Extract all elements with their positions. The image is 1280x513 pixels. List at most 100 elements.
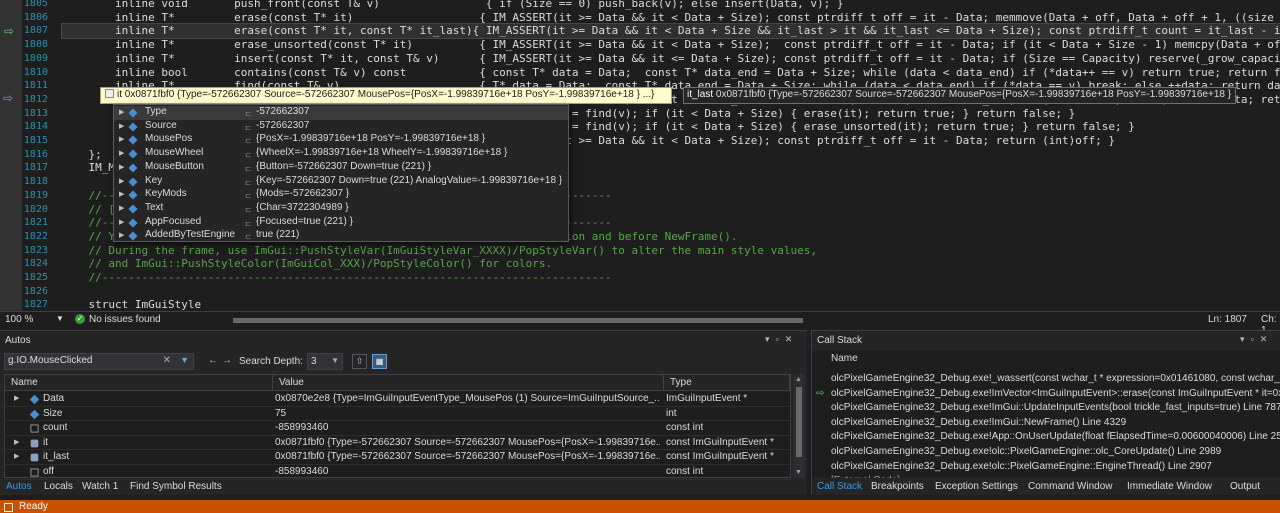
tab-immediate-window[interactable]: Immediate Window	[1127, 481, 1212, 492]
variable-value[interactable]: 0x0870e2e8 {Type=ImGuiInputEventType_Mou…	[275, 393, 660, 404]
pin-icon[interactable]: ⊏	[245, 191, 254, 200]
search-input[interactable]: g.IO.MouseClicked ✕ ▼	[4, 353, 194, 370]
pin-icon[interactable]: ⊏	[245, 205, 254, 214]
code-line[interactable]: inline T* erase_unsorted(const T* it) { …	[62, 38, 1280, 52]
datatip-header-it[interactable]: it 0x0871fbf0 {Type=-572662307 Source=-5…	[100, 87, 672, 104]
filter-icon[interactable]: ⇧	[352, 354, 367, 369]
expand-arrow-icon[interactable]: ▶	[119, 149, 124, 157]
pin-icon[interactable]: ⊏	[245, 109, 254, 118]
table-row[interactable]: off -858993460 const int	[5, 465, 790, 480]
tab-autos[interactable]: Autos	[6, 481, 32, 492]
datatip-it-last[interactable]: it_last 0x0871fbf0 {Type=-572662307 Sour…	[683, 87, 1236, 104]
pin-icon[interactable]: ⊏	[245, 123, 254, 132]
datatip-row[interactable]: ▶ MousePos ⊏ {PosX=-1.99839716e+18 PosY=-1.…	[114, 133, 568, 147]
tab-watch-1[interactable]: Watch 1	[82, 481, 118, 492]
expand-arrow-icon[interactable]: ▶	[14, 452, 19, 460]
table-row[interactable]: Size 75 int	[5, 407, 790, 422]
code-line[interactable]: inline T* erase(const T* it) { IM_ASSERT…	[62, 11, 1280, 25]
datatip-row[interactable]: ▶ AddedByTestEngine ⊏ true (221)	[114, 229, 568, 243]
call-stack-frame[interactable]: olcPixelGameEngine32_Debug.exe!ImGui::Up…	[812, 401, 1280, 416]
line-indicator[interactable]: Ln: 1807	[1208, 314, 1247, 325]
datatip-row[interactable]: ▶ Text ⊏ {Char=3722304989 }	[114, 202, 568, 216]
expand-arrow-icon[interactable]: ▶	[119, 122, 124, 130]
column-header-name[interactable]: Name	[831, 353, 858, 364]
clear-icon[interactable]: ✕	[163, 355, 171, 366]
expand-arrow-icon[interactable]: ▶	[119, 177, 124, 185]
tab-find-symbol-results[interactable]: Find Symbol Results	[130, 481, 222, 492]
expand-arrow-icon[interactable]: ▶	[119, 108, 124, 116]
pin-icon[interactable]: ⊏	[245, 178, 254, 187]
datatip-expanded-panel[interactable]: ▶ Type ⊏ -572662307 ▶ Source ⊏ -572662307 ▶ Mouse…	[113, 104, 569, 242]
search-next-icon[interactable]: →	[222, 355, 232, 366]
vertical-scrollbar[interactable]: ▲ ▼	[793, 374, 805, 478]
call-stack-frame[interactable]: olcPixelGameEngine32_Debug.exe!olc::Pixe…	[812, 445, 1280, 460]
expand-arrow-icon[interactable]: ▶	[14, 438, 19, 446]
datatip-row[interactable]: ▶ Source ⊏ -572662307	[114, 120, 568, 134]
breakpoint-gutter[interactable]	[0, 0, 22, 311]
expand-arrow-icon[interactable]: ▶	[119, 163, 124, 171]
code-line[interactable]: inline T* insert(const T* it, const T& v…	[62, 52, 1280, 66]
zoom-level[interactable]: 100 %	[5, 314, 33, 325]
pin-icon[interactable]: ⊏	[245, 164, 254, 173]
search-depth-select[interactable]: 3 ▼	[307, 353, 343, 370]
panel-window-buttons[interactable]: ▾▫✕	[765, 334, 798, 345]
code-line[interactable]: };	[62, 148, 101, 162]
search-previous-icon[interactable]: ←	[208, 355, 218, 366]
pin-icon[interactable]: ⊏	[245, 232, 254, 241]
scroll-up-icon[interactable]: ▲	[795, 376, 802, 383]
table-row[interactable]: ▶ it 0x0871fbf0 {Type=-572662307 Source=-5…	[5, 436, 790, 451]
call-stack-frame[interactable]: olcPixelGameEngine32_Debug.exe!App::OnUs…	[812, 430, 1280, 445]
tab-call-stack[interactable]: Call Stack	[817, 481, 862, 492]
call-stack-frame[interactable]: ⇨ olcPixelGameEngine32_Debug.exe!ImVector…	[812, 387, 1280, 402]
panel-window-buttons[interactable]: ▾▫✕	[1240, 334, 1273, 345]
variable-value[interactable]: 0x0871fbf0 {Type=-572662307 Source=-5726…	[275, 451, 660, 462]
code-line[interactable]: inline void push_front(const T& v) { if …	[62, 0, 844, 11]
code-line[interactable]: // and ImGui::PushStyleColor(ImGuiCol_XX…	[62, 257, 552, 271]
table-row[interactable]: count -858993460 const int	[5, 421, 790, 436]
tab-breakpoints[interactable]: Breakpoints	[871, 481, 924, 492]
table-row[interactable]: ▶ it_last 0x0871fbf0 {Type=-572662307 Sour…	[5, 450, 790, 465]
tab-exception-settings[interactable]: Exception Settings	[935, 481, 1018, 492]
call-stack-frame[interactable]: olcPixelGameEngine32_Debug.exe!ImGui::Ne…	[812, 416, 1280, 431]
column-header-type[interactable]: Type	[664, 375, 790, 391]
code-line[interactable]: //--------------------------------------…	[62, 271, 611, 285]
tab-command-window[interactable]: Command Window	[1028, 481, 1112, 492]
scroll-down-icon[interactable]: ▼	[795, 469, 802, 476]
variable-value[interactable]: -858993460	[275, 466, 660, 477]
chevron-down-icon[interactable]: ▼	[56, 314, 64, 323]
datatip-row[interactable]: ▶ MouseWheel ⊏ {WheelX=-1.99839716e+18 Whee…	[114, 147, 568, 161]
datatip-row[interactable]: ▶ Type ⊏ -572662307	[114, 106, 568, 120]
datatip-pin-icon[interactable]	[105, 89, 114, 98]
pin-icon[interactable]: ⊏	[245, 150, 254, 159]
code-line[interactable]: struct ImGuiStyle	[62, 298, 201, 311]
datatip-row[interactable]: ▶ KeyMods ⊏ {Mods=-572662307 }	[114, 188, 568, 202]
code-editor[interactable]: ⇨ ⇨ 1805 1806 1807 1808 1809 1810 1811 1812 1813…	[0, 0, 1280, 311]
table-row[interactable]: ▶ Data 0x0870e2e8 {Type=ImGuiInputEventTyp…	[5, 392, 790, 407]
call-stack-frame[interactable]: olcPixelGameEngine32_Debug.exe!olc::Pixe…	[812, 460, 1280, 475]
column-header-name[interactable]: Name	[5, 375, 273, 391]
call-stack-frame[interactable]: [External Code]	[812, 474, 1280, 478]
datatip-row[interactable]: ▶ MouseButton ⊏ {Button=-572662307 Down=tru…	[114, 161, 568, 175]
expand-arrow-icon[interactable]: ▶	[119, 190, 124, 198]
call-stack-frame[interactable]: olcPixelGameEngine32_Debug.exe!_wassert(…	[812, 372, 1280, 387]
expand-arrow-icon[interactable]: ▶	[119, 231, 124, 239]
variable-value[interactable]: 75	[275, 408, 660, 419]
pin-icon[interactable]: ⊏	[245, 219, 254, 228]
search-dropdown-icon[interactable]: ▼	[180, 355, 189, 365]
datatip-row[interactable]: ▶ Key ⊏ {Key=-572662307 Down=true (221) Ana…	[114, 175, 568, 189]
column-header-value[interactable]: Value	[273, 375, 664, 391]
expand-arrow-icon[interactable]: ▶	[119, 218, 124, 226]
tab-output[interactable]: Output	[1230, 481, 1260, 492]
expand-arrow-icon[interactable]: ▶	[14, 394, 19, 402]
code-line[interactable]: // During the frame, use ImGui::PushStyl…	[62, 244, 817, 258]
scrollbar-thumb[interactable]	[233, 318, 803, 323]
horizontal-scrollbar[interactable]	[233, 316, 1273, 325]
view-toggle-icon[interactable]: ▦	[372, 354, 387, 369]
datatip-row[interactable]: ▶ AppFocused ⊏ {Focused=true (221) }	[114, 216, 568, 230]
variable-value[interactable]: 0x0871fbf0 {Type=-572662307 Source=-5726…	[275, 437, 660, 448]
expand-arrow-icon[interactable]: ▶	[119, 135, 124, 143]
pin-icon[interactable]: ⊏	[245, 136, 254, 145]
expand-arrow-icon[interactable]: ▶	[119, 204, 124, 212]
scrollbar-thumb[interactable]	[796, 387, 802, 457]
code-line[interactable]: inline T* erase(const T* it, const T* it…	[61, 23, 1280, 40]
